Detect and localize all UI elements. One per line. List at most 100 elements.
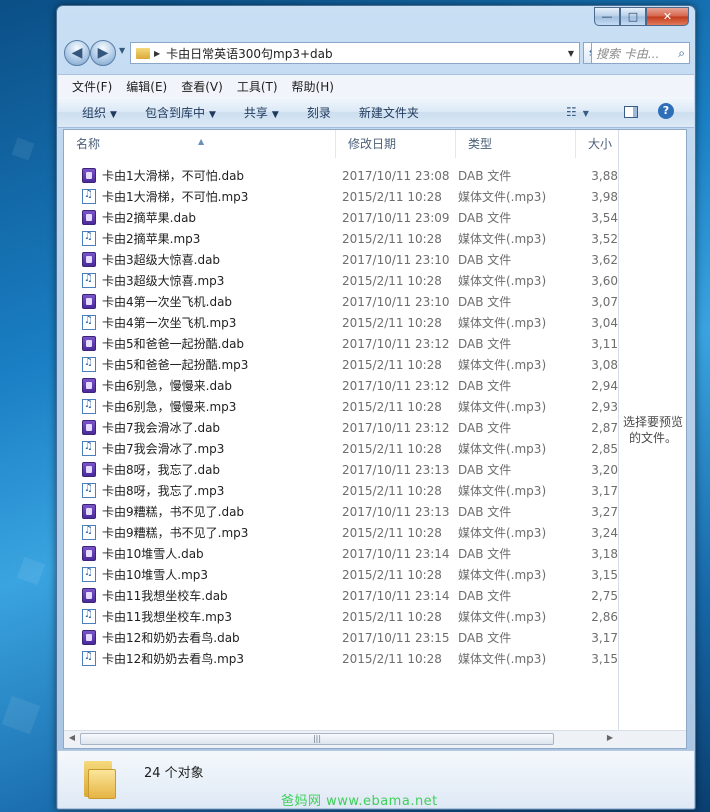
- mp3-file-icon: [82, 525, 96, 540]
- search-placeholder: 搜索 卡由...: [596, 46, 660, 61]
- file-type: DAB 文件: [458, 463, 512, 477]
- scroll-left-icon[interactable]: ◀: [66, 733, 78, 745]
- file-row[interactable]: 卡由6别急，慢慢来.mp3 2015/2/11 10:28 媒体文件(.mp3) 2,…: [64, 396, 618, 417]
- file-size: 2,85: [591, 441, 618, 456]
- help-icon[interactable]: ?: [658, 103, 674, 119]
- file-row[interactable]: 卡由4第一次坐飞机.dab 2017/10/11 23:10 DAB 文件 3,07: [64, 291, 618, 312]
- file-date: 2017/10/11 23:12: [342, 378, 450, 393]
- file-row[interactable]: 卡由8呀，我忘了.mp3 2015/2/11 10:28 媒体文件(.mp3) 3,1…: [64, 480, 618, 501]
- file-name-cell: 卡由6别急，慢慢来.dab: [64, 377, 324, 394]
- file-row[interactable]: 卡由1大滑梯，不可怕.dab 2017/10/11 23:08 DAB 文件 3,88: [64, 165, 618, 186]
- view-options-icon[interactable]: ☷ ▼: [566, 105, 589, 119]
- file-name: 卡由9糟糕，书不见了.mp3: [102, 526, 249, 540]
- file-name: 卡由11我想坐校车.mp3: [102, 610, 233, 624]
- column-name[interactable]: ▲ 名称: [64, 130, 336, 158]
- file-type: 媒体文件(.mp3): [458, 652, 547, 666]
- menu-tools[interactable]: 工具(T): [237, 78, 278, 95]
- file-row[interactable]: 卡由12和奶奶去看鸟.dab 2017/10/11 23:15 DAB 文件 3,17: [64, 627, 618, 648]
- file-date: 2017/10/11 23:10: [342, 294, 450, 309]
- file-date: 2015/2/11 10:28: [342, 483, 442, 498]
- search-input[interactable]: 搜索 卡由... ⌕: [591, 42, 690, 64]
- file-row[interactable]: 卡由11我想坐校车.mp3 2015/2/11 10:28 媒体文件(.mp3) 2,…: [64, 606, 618, 627]
- share-button[interactable]: 共享 ▼: [244, 104, 279, 121]
- file-row[interactable]: 卡由5和爸爸一起扮酷.dab 2017/10/11 23:12 DAB 文件 3,11: [64, 333, 618, 354]
- file-type: 媒体文件(.mp3): [458, 358, 547, 372]
- file-row[interactable]: 卡由10堆雪人.mp3 2015/2/11 10:28 媒体文件(.mp3) 3,15: [64, 564, 618, 585]
- address-dropdown-icon[interactable]: ▼: [568, 49, 574, 58]
- column-date[interactable]: 修改日期: [336, 130, 456, 158]
- file-row[interactable]: 卡由6别急，慢慢来.dab 2017/10/11 23:12 DAB 文件 2,94: [64, 375, 618, 396]
- forward-button[interactable]: ▶: [90, 40, 116, 66]
- file-type: 媒体文件(.mp3): [458, 484, 547, 498]
- address-bar[interactable]: ▶ 卡由日常英语300句mp3+dab ▼: [130, 42, 580, 64]
- file-date: 2017/10/11 23:08: [342, 168, 450, 183]
- file-size: 3,15: [591, 651, 618, 666]
- menu-view[interactable]: 查看(V): [181, 78, 223, 95]
- file-name-cell: 卡由11我想坐校车.dab: [64, 587, 324, 604]
- folder-icon: [136, 47, 150, 59]
- column-type[interactable]: 类型: [456, 130, 576, 158]
- menu-bar: 文件(F) 编辑(E) 查看(V) 工具(T) 帮助(H): [58, 74, 694, 97]
- mp3-file-icon: [82, 357, 96, 372]
- include-library-button[interactable]: 包含到库中 ▼: [145, 104, 216, 121]
- horizontal-scrollbar[interactable]: ◀ ||| ▶: [64, 730, 686, 748]
- breadcrumb-separator-icon[interactable]: ▶: [154, 49, 160, 58]
- scroll-thumb[interactable]: |||: [80, 733, 554, 745]
- file-size: 3,18: [591, 546, 618, 561]
- file-row[interactable]: 卡由9糟糕，书不见了.dab 2017/10/11 23:13 DAB 文件 3,27: [64, 501, 618, 522]
- file-row[interactable]: 卡由2摘苹果.mp3 2015/2/11 10:28 媒体文件(.mp3) 3,52: [64, 228, 618, 249]
- file-row[interactable]: 卡由8呀，我忘了.dab 2017/10/11 23:13 DAB 文件 3,20: [64, 459, 618, 480]
- file-name-cell: 卡由1大滑梯，不可怕.dab: [64, 167, 324, 184]
- menu-help[interactable]: 帮助(H): [292, 78, 334, 95]
- file-name-cell: 卡由6别急，慢慢来.mp3: [64, 398, 324, 415]
- maximize-button[interactable]: □: [620, 7, 646, 26]
- file-type: DAB 文件: [458, 379, 512, 393]
- file-type: 媒体文件(.mp3): [458, 568, 547, 582]
- file-size: 2,75: [591, 588, 618, 603]
- file-size: 2,87: [591, 420, 618, 435]
- close-button[interactable]: ✕: [646, 7, 689, 26]
- file-type: 媒体文件(.mp3): [458, 526, 547, 540]
- column-size[interactable]: 大小: [576, 130, 618, 158]
- file-row[interactable]: 卡由7我会滑冰了.dab 2017/10/11 23:12 DAB 文件 2,87: [64, 417, 618, 438]
- file-row[interactable]: 卡由2摘苹果.dab 2017/10/11 23:09 DAB 文件 3,54: [64, 207, 618, 228]
- menu-file[interactable]: 文件(F): [72, 78, 112, 95]
- file-type: DAB 文件: [458, 295, 512, 309]
- desktop-decoration: [1, 695, 41, 735]
- file-type: 媒体文件(.mp3): [458, 442, 547, 456]
- file-row[interactable]: 卡由9糟糕，书不见了.mp3 2015/2/11 10:28 媒体文件(.mp3) 3…: [64, 522, 618, 543]
- file-name-cell: 卡由3超级大惊喜.mp3: [64, 272, 324, 289]
- preview-pane-icon[interactable]: [624, 106, 638, 118]
- scroll-right-icon[interactable]: ▶: [604, 733, 616, 745]
- file-row[interactable]: 卡由3超级大惊喜.mp3 2015/2/11 10:28 媒体文件(.mp3) 3,6…: [64, 270, 618, 291]
- file-row[interactable]: 卡由4第一次坐飞机.mp3 2015/2/11 10:28 媒体文件(.mp3) 3,…: [64, 312, 618, 333]
- file-name: 卡由5和爸爸一起扮酷.dab: [102, 337, 245, 351]
- file-row[interactable]: 卡由1大滑梯，不可怕.mp3 2015/2/11 10:28 媒体文件(.mp3) 3…: [64, 186, 618, 207]
- file-date: 2017/10/11 23:09: [342, 210, 450, 225]
- file-row[interactable]: 卡由11我想坐校车.dab 2017/10/11 23:14 DAB 文件 2,75: [64, 585, 618, 606]
- breadcrumb-current[interactable]: 卡由日常英语300句mp3+dab: [166, 45, 333, 62]
- folder-icon: [84, 761, 116, 799]
- file-size: 3,24: [591, 525, 618, 540]
- recent-pages-icon[interactable]: ▼: [119, 46, 125, 55]
- file-date: 2015/2/11 10:28: [342, 315, 442, 330]
- file-size: 3,62: [591, 252, 618, 267]
- file-name: 卡由3超级大惊喜.mp3: [102, 274, 225, 288]
- minimize-button[interactable]: —: [594, 7, 620, 26]
- file-row[interactable]: 卡由5和爸爸一起扮酷.mp3 2015/2/11 10:28 媒体文件(.mp3) 3…: [64, 354, 618, 375]
- file-row[interactable]: 卡由10堆雪人.dab 2017/10/11 23:14 DAB 文件 3,18: [64, 543, 618, 564]
- burn-button[interactable]: 刻录: [307, 104, 331, 121]
- file-size: 3,04: [591, 315, 618, 330]
- file-row[interactable]: 卡由7我会滑冰了.mp3 2015/2/11 10:28 媒体文件(.mp3) 2,8…: [64, 438, 618, 459]
- search-icon[interactable]: ⌕: [678, 46, 685, 61]
- organize-button[interactable]: 组织 ▼: [82, 104, 117, 121]
- file-name: 卡由5和爸爸一起扮酷.mp3: [102, 358, 249, 372]
- file-row[interactable]: 卡由12和奶奶去看鸟.mp3 2015/2/11 10:28 媒体文件(.mp3) 3…: [64, 648, 618, 669]
- file-size: 3,17: [591, 630, 618, 645]
- mp3-file-icon: [82, 609, 96, 624]
- menu-edit[interactable]: 编辑(E): [126, 78, 167, 95]
- new-folder-button[interactable]: 新建文件夹: [359, 104, 419, 121]
- back-button[interactable]: ◀: [64, 40, 90, 66]
- file-type: 媒体文件(.mp3): [458, 400, 547, 414]
- file-row[interactable]: 卡由3超级大惊喜.dab 2017/10/11 23:10 DAB 文件 3,62: [64, 249, 618, 270]
